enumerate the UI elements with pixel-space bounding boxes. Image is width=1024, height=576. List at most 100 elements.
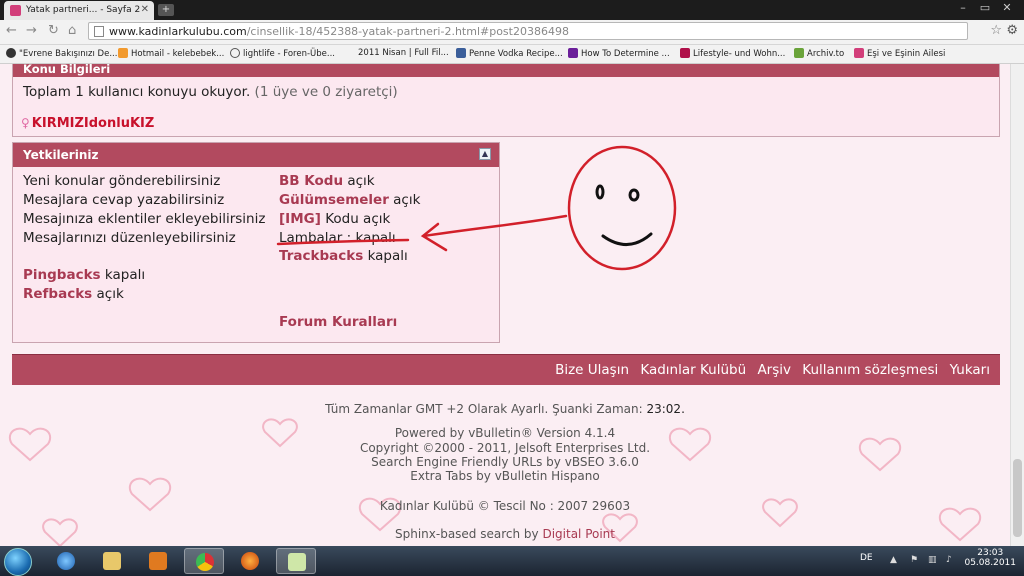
page-icon	[94, 26, 104, 37]
refbacks-row: Refbacks açık	[23, 286, 124, 302]
digital-point-link[interactable]: Digital Point	[542, 527, 615, 541]
trackbacks-link[interactable]: Trackbacks	[279, 248, 363, 264]
reload-icon[interactable]: ↻	[48, 23, 59, 38]
start-button-icon[interactable]	[4, 548, 32, 576]
bookmark-item[interactable]: Lifestyle- und Wohn...	[680, 48, 785, 59]
viewers-detail: (1 üye ve 0 ziyaretçi)	[254, 84, 398, 100]
url-host: www.kadinlarkulubu.com	[109, 25, 247, 38]
maximize-icon[interactable]: ▭	[974, 1, 996, 14]
female-user-icon: ♀	[21, 116, 30, 130]
url-path: /cinsellik-18/452388-yatak-partneri-2.ht…	[246, 25, 569, 38]
timezone-text: Tüm Zamanlar GMT +2 Olarak Ayarlı. Şuank…	[325, 402, 685, 416]
sphinx-text: Sphinx-based search by Digital Point	[394, 527, 615, 541]
windows-taskbar: DE ▲ ⚑ ▥ ♪ 23:03 05.08.2011	[0, 546, 1024, 576]
seo-text: Search Engine Friendly URLs by vBSEO 3.6…	[371, 455, 639, 469]
new-tab-button[interactable]: +	[158, 4, 174, 16]
folder-icon	[103, 552, 121, 570]
scrollbar-thumb[interactable]	[1013, 459, 1022, 537]
bookmark-item[interactable]: Eşi ve Eşinin Ailesi	[854, 48, 945, 59]
permission-edit: Mesajlarınızı düzenleyebilirsiniz	[23, 230, 236, 246]
bookmark-item[interactable]: lightlife - Foren-Übe...	[230, 48, 335, 59]
collapse-arrow-icon[interactable]: ▲	[479, 148, 491, 160]
forum-rules-link[interactable]: Forum Kuralları	[279, 314, 397, 330]
taskbar-media-player[interactable]	[138, 548, 178, 574]
network-icon[interactable]: ▥	[928, 555, 937, 565]
smiley-face-outline	[567, 145, 677, 271]
permission-reply: Mesajlara cevap yazabilirsiniz	[23, 192, 225, 208]
tescil-text: Kadınlar Kulübü © Tescil No : 2007 29603	[379, 499, 631, 513]
img-code-link[interactable]: [IMG]	[279, 211, 321, 227]
bookmark-star-icon[interactable]: ☆	[990, 23, 1002, 38]
address-bar[interactable]: www.kadinlarkulubu.com/cinsellik-18/4523…	[88, 22, 968, 40]
refbacks-link[interactable]: Refbacks	[23, 286, 92, 302]
copyright-text: Copyright ©2000 - 2011, Jelsoft Enterpri…	[359, 441, 651, 455]
browser-toolbar: ← → ↻ ⌂ www.kadinlarkulubu.com/cinsellik…	[0, 20, 1024, 45]
lamps-row: Lambalar : kapalı	[279, 230, 396, 246]
close-window-icon[interactable]: ✕	[996, 1, 1018, 14]
trackbacks-row: Trackbacks kapalı	[279, 248, 408, 264]
topic-info-header: Konu Bilgileri	[13, 64, 999, 77]
taskbar-paint[interactable]	[276, 548, 316, 574]
powered-by-text: Powered by vBulletin® Version 4.1.4	[394, 426, 616, 440]
pingbacks-row: Pingbacks kapalı	[23, 267, 146, 283]
smiley-left-eye	[595, 184, 605, 200]
viewers-text: Toplam 1 kullanıcı konuyu okuyor. (1 üye…	[23, 84, 398, 100]
smiley-right-eye	[628, 188, 640, 202]
smilies-row: Gülümsemeler açık	[279, 192, 421, 208]
footer-link-archive[interactable]: Arşiv	[757, 362, 791, 378]
permissions-header: Yetkileriniz ▲	[13, 143, 499, 167]
bbcode-link[interactable]: BB Kodu	[279, 173, 343, 189]
bookmark-item[interactable]: How To Determine ...	[568, 48, 670, 59]
permissions-panel: Yetkileriniz ▲ Yeni konular gönderebilir…	[12, 142, 500, 343]
footer-nav-bar: Bize Ulaşın Kadınlar Kulübü Arşiv Kullan…	[12, 354, 1000, 385]
site-favicon-icon	[10, 5, 21, 16]
tab-close-icon[interactable]: ✕	[141, 4, 149, 15]
internet-explorer-icon	[57, 552, 75, 570]
taskbar-chrome[interactable]	[184, 548, 224, 574]
bookmark-item[interactable]: 2011 Nisan | Full Fil...	[358, 48, 449, 58]
minimize-icon[interactable]: –	[952, 1, 974, 14]
forward-arrow-icon[interactable]: →	[26, 23, 37, 38]
media-player-icon	[149, 552, 167, 570]
smilies-link[interactable]: Gülümsemeler	[279, 192, 389, 208]
permission-new-topics: Yeni konular gönderebilirsiniz	[23, 173, 221, 189]
footer-link-terms[interactable]: Kullanım sözleşmesi	[802, 362, 938, 378]
taskbar-explorer[interactable]	[92, 548, 132, 574]
bbcode-row: BB Kodu açık	[279, 173, 375, 189]
footer-link-contact[interactable]: Bize Ulaşın	[555, 362, 629, 378]
footer-links: Bize Ulaşın Kadınlar Kulübü Arşiv Kullan…	[548, 362, 990, 378]
home-icon[interactable]: ⌂	[68, 23, 76, 38]
bookmark-item[interactable]: Penne Vodka Recipe...	[456, 48, 563, 59]
system-clock[interactable]: 23:03 05.08.2011	[964, 548, 1016, 568]
bookmark-item[interactable]: Archiv.to	[794, 48, 844, 59]
extra-tabs-text: Extra Tabs by vBulletin Hispano	[410, 469, 600, 483]
smiley-mouth	[601, 232, 653, 246]
forum-page: Konu Bilgileri Toplam 1 kullanıcı konuyu…	[0, 64, 1010, 546]
permission-attachments: Mesajınıza eklentiler ekleyebilirsiniz	[23, 211, 266, 227]
window-titlebar: Yatak partneri... - Sayfa 2 ✕ + – ▭ ✕	[0, 0, 1024, 20]
online-user-link[interactable]: ♀ KIRMIZIdonluKIZ	[21, 116, 154, 131]
taskbar-ie[interactable]	[46, 548, 86, 574]
page-scrollbar[interactable]	[1010, 64, 1024, 546]
language-indicator[interactable]: DE	[860, 553, 873, 563]
window-controls: – ▭ ✕	[952, 1, 1018, 14]
taskbar-firefox[interactable]	[230, 548, 270, 574]
img-code-row: [IMG] Kodu açık	[279, 211, 391, 227]
volume-icon[interactable]: ♪	[946, 555, 952, 565]
pingbacks-link[interactable]: Pingbacks	[23, 267, 101, 283]
wrench-menu-icon[interactable]: ⚙	[1006, 23, 1018, 38]
footer-link-home[interactable]: Kadınlar Kulübü	[640, 362, 746, 378]
tray-arrow-icon[interactable]: ▲	[890, 555, 897, 565]
back-arrow-icon[interactable]: ←	[6, 23, 17, 38]
bookmarks-bar: "Evrene Bakışınızı De... Hotmail - keleb…	[0, 45, 1024, 64]
bookmark-item[interactable]: Hotmail - kelebebek...	[118, 48, 224, 59]
bookmark-item[interactable]: "Evrene Bakışınızı De...	[6, 48, 117, 59]
firefox-icon	[241, 552, 259, 570]
chrome-icon	[196, 553, 214, 571]
browser-tab[interactable]: Yatak partneri... - Sayfa 2 ✕	[4, 1, 154, 20]
footer-link-top[interactable]: Yukarı	[950, 362, 990, 378]
tab-title: Yatak partneri... - Sayfa 2	[26, 5, 141, 15]
topic-info-panel: Konu Bilgileri Toplam 1 kullanıcı konuyu…	[12, 64, 1000, 137]
tray-flag-icon[interactable]: ⚑	[910, 555, 918, 565]
paint-icon	[288, 553, 306, 571]
